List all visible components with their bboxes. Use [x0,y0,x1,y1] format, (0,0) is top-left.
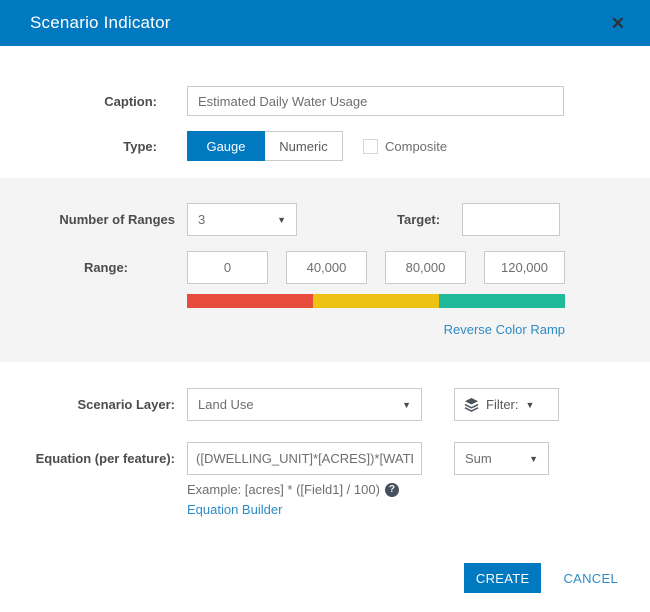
equation-label: Equation (per feature): [35,451,175,466]
reverse-color-ramp-link[interactable]: Reverse Color Ramp [444,322,565,337]
type-toggle: Gauge Numeric [187,131,343,161]
caption-row: Caption: [0,86,650,116]
color-ramp-segment-yellow [313,294,439,308]
dialog-footer: CREATE CANCEL [463,563,618,593]
range-row: Range: [0,251,650,284]
equation-row: Equation (per feature): Example: [acres]… [0,442,650,517]
close-icon[interactable]: ✕ [611,15,625,32]
equation-builder-row: Equation Builder [187,502,422,517]
number-of-ranges-row: Number of Ranges 3 ▼ Target: [0,203,650,236]
filter-dropdown-button[interactable]: Filter: ▼ [454,388,559,421]
aggregation-select[interactable]: Sum ▼ [454,442,549,475]
target-input[interactable] [462,203,561,236]
dialog-header: Scenario Indicator ✕ [0,0,650,46]
type-option-numeric[interactable]: Numeric [265,131,343,161]
scenario-indicator-dialog: Scenario Indicator ✕ Caption: Type: Gaug… [0,0,650,612]
create-button[interactable]: CREATE [463,563,542,593]
color-ramp-segment-red [187,294,313,308]
layers-icon [464,397,479,412]
dialog-title: Scenario Indicator [30,13,171,32]
aggregation-value: Sum [465,451,492,466]
color-ramp [187,294,565,308]
cancel-link[interactable]: CANCEL [563,571,618,586]
scenario-layer-row: Scenario Layer: Land Use ▼ Filter: ▼ [0,388,650,421]
scenario-layer-value: Land Use [198,397,254,412]
type-option-gauge[interactable]: Gauge [187,131,265,161]
ranges-panel: Number of Ranges 3 ▼ Target: Range: Reve… [0,178,650,362]
caption-label: Caption: [104,93,157,109]
filter-label: Filter: [486,397,519,412]
range-label: Range: [83,260,128,275]
type-row: Type: Gauge Numeric Composite [0,131,650,161]
range-input-3[interactable] [385,251,466,284]
equation-input[interactable] [187,442,422,475]
number-of-ranges-select[interactable]: 3 ▼ [187,203,297,236]
number-of-ranges-label: Number of Ranges [59,212,175,227]
number-of-ranges-value: 3 [198,212,206,227]
caption-input[interactable] [187,86,564,116]
caret-down-icon: ▼ [402,399,411,410]
equation-column: Example: [acres] * ([Field1] / 100) ? Eq… [187,442,422,517]
equation-example-line: Example: [acres] * ([Field1] / 100) ? [187,482,422,497]
composite-checkbox[interactable] [363,138,378,154]
range-input-2[interactable] [286,251,367,284]
help-icon[interactable]: ? [384,482,399,497]
caret-down-icon: ▼ [529,453,538,464]
target-label: Target: [397,212,441,227]
scenario-layer-label: Scenario Layer: [77,397,175,412]
composite-checkbox-label: Composite [385,138,448,154]
caret-down-icon: ▼ [277,214,286,225]
caret-down-icon: ▼ [525,399,535,410]
scenario-layer-select[interactable]: Land Use ▼ [187,388,422,421]
equation-builder-link[interactable]: Equation Builder [187,502,282,517]
reverse-color-ramp-row: Reverse Color Ramp [187,321,565,339]
equation-example-text: Example: [acres] * ([Field1] / 100) [187,482,380,497]
type-label: Type: [123,138,157,154]
range-input-1[interactable] [187,251,268,284]
range-input-4[interactable] [484,251,565,284]
color-ramp-segment-green [439,294,565,308]
